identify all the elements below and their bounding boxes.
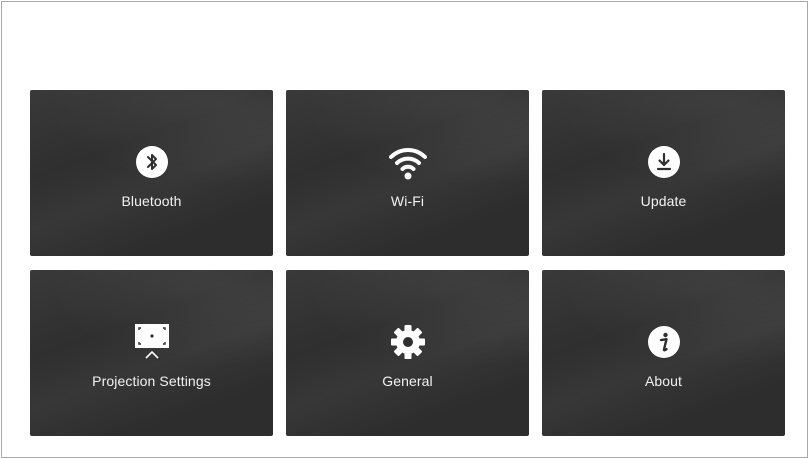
tile-label-about: About <box>644 373 683 389</box>
tile-general[interactable]: General <box>286 270 529 436</box>
settings-grid: Bluetooth Wi-Fi Update Projection Settin… <box>30 90 785 436</box>
bluetooth-icon <box>130 140 174 184</box>
tile-label-projection-settings: Projection Settings <box>92 373 211 389</box>
tile-label-bluetooth: Bluetooth <box>121 193 182 209</box>
info-icon <box>642 320 686 364</box>
tile-label-wifi: Wi-Fi <box>390 193 425 209</box>
tile-label-update: Update <box>640 193 687 209</box>
tile-projection-settings[interactable]: Projection Settings <box>30 270 273 436</box>
settings-window: Bluetooth Wi-Fi Update Projection Settin… <box>1 1 808 458</box>
tile-about[interactable]: About <box>542 270 785 436</box>
gear-icon <box>386 320 430 364</box>
download-icon <box>642 140 686 184</box>
tile-update[interactable]: Update <box>542 90 785 256</box>
projection-screen-icon <box>130 320 174 364</box>
tile-wifi[interactable]: Wi-Fi <box>286 90 529 256</box>
tile-bluetooth[interactable]: Bluetooth <box>30 90 273 256</box>
tile-label-general: General <box>382 373 433 389</box>
wifi-icon <box>386 140 430 184</box>
